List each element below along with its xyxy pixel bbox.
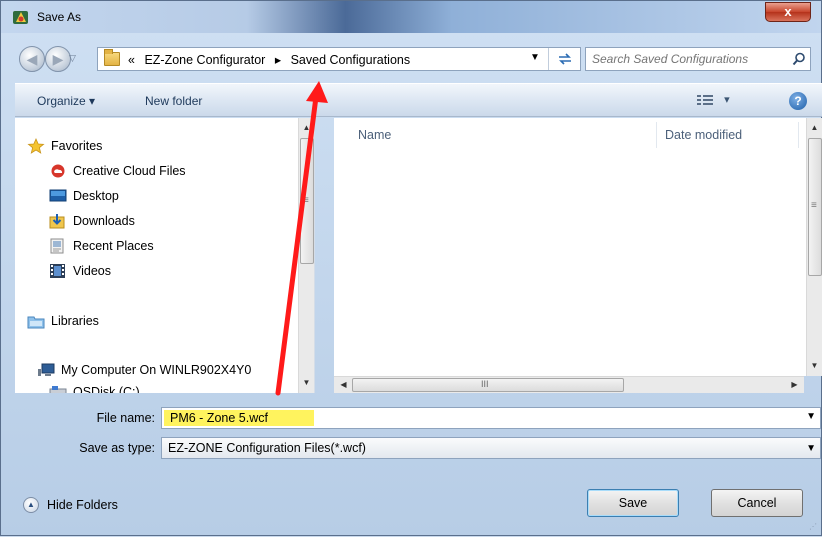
recent-pages-dropdown-icon[interactable]: ▽ bbox=[69, 53, 76, 64]
address-bar[interactable]: « EZ-Zone Configurator ▸ Saved Configura… bbox=[97, 47, 581, 71]
folder-icon bbox=[104, 49, 120, 66]
sidebar-item-downloads[interactable]: Downloads bbox=[49, 211, 135, 231]
libraries-icon bbox=[27, 316, 45, 329]
scroll-left-arrow-icon[interactable]: ◀ bbox=[336, 377, 351, 393]
desktop-icon bbox=[49, 189, 67, 202]
save-as-type-select[interactable]: EZ-ZONE Configuration Files(*.wcf) ▼ bbox=[161, 437, 821, 459]
command-bar: Organize ▾ New folder ▾ ? bbox=[15, 83, 822, 117]
sidebar-item-label: Recent Places bbox=[73, 239, 154, 253]
file-list-scrollbar[interactable]: ▲ ▼ bbox=[806, 118, 822, 376]
save-button[interactable]: Save bbox=[587, 489, 679, 517]
star-icon bbox=[27, 138, 45, 154]
column-divider[interactable] bbox=[798, 122, 799, 148]
column-header-date-modified[interactable]: Date modified bbox=[665, 128, 742, 142]
window-title: Save As bbox=[37, 10, 82, 24]
sidebar-item-recent-places[interactable]: Recent Places bbox=[49, 236, 154, 256]
sidebar-item-label: Downloads bbox=[73, 214, 135, 228]
scrollbar-thumb[interactable] bbox=[352, 378, 624, 392]
close-button[interactable]: x bbox=[765, 2, 811, 22]
change-view-button[interactable]: ▾ bbox=[697, 93, 741, 109]
new-folder-button[interactable]: New folder bbox=[145, 94, 202, 108]
hide-folders-label: Hide Folders bbox=[47, 498, 118, 512]
breadcrumb-overflow[interactable]: « bbox=[128, 53, 135, 67]
refresh-icon bbox=[558, 53, 571, 65]
hide-folders-button[interactable]: ▲ Hide Folders bbox=[23, 497, 118, 513]
app-icon bbox=[13, 11, 28, 24]
sidebar-item-libraries[interactable]: Libraries bbox=[27, 311, 99, 331]
sidebar-item-label: Creative Cloud Files bbox=[73, 164, 186, 178]
search-icon[interactable] bbox=[792, 52, 806, 66]
sidebar-item-label: Libraries bbox=[51, 314, 99, 328]
scroll-up-arrow-icon[interactable]: ▲ bbox=[807, 120, 822, 136]
address-dropdown-icon[interactable]: ▼ bbox=[530, 52, 540, 63]
resize-grip-icon[interactable]: ⋰ bbox=[809, 522, 817, 531]
creative-cloud-icon bbox=[51, 164, 65, 178]
sidebar-item-label: Favorites bbox=[51, 139, 103, 153]
view-options-icon bbox=[697, 95, 713, 106]
sidebar-item-creative-cloud-files[interactable]: Creative Cloud Files bbox=[49, 161, 186, 181]
computer-icon bbox=[38, 363, 55, 376]
title-bar[interactable]: Save As x bbox=[1, 1, 821, 33]
breadcrumb-separator-icon[interactable]: ▸ bbox=[275, 53, 281, 67]
forward-button[interactable]: ▶ bbox=[45, 46, 71, 72]
file-name-label: File name: bbox=[96, 411, 155, 425]
save-as-type-value: EZ-ZONE Configuration Files(*.wcf) bbox=[168, 441, 366, 455]
sidebar-item-label: My Computer On WINLR902X4Y0 bbox=[61, 363, 252, 377]
scroll-right-arrow-icon[interactable]: ▶ bbox=[787, 377, 802, 393]
organize-menu[interactable]: Organize ▾ bbox=[37, 94, 95, 108]
sidebar-item-my-computer[interactable]: My Computer On WINLR902X4Y0 bbox=[37, 360, 251, 380]
save-as-type-dropdown-icon[interactable]: ▼ bbox=[806, 439, 816, 459]
scroll-down-arrow-icon[interactable]: ▼ bbox=[807, 358, 822, 374]
sidebar-item-osdisk[interactable]: OSDisk (C:) bbox=[49, 382, 140, 393]
navigation-pane[interactable]: Favorites Creative Cloud Files Desktop D… bbox=[15, 118, 315, 393]
sidebar-item-videos[interactable]: Videos bbox=[49, 261, 111, 281]
scroll-down-arrow-icon[interactable]: ▼ bbox=[299, 375, 314, 391]
sidebar-item-favorites[interactable]: Favorites bbox=[27, 136, 102, 156]
help-icon[interactable]: ? bbox=[789, 92, 807, 110]
sidebar-item-desktop[interactable]: Desktop bbox=[49, 186, 119, 206]
navigation-scrollbar[interactable]: ▲ ▼ bbox=[298, 118, 314, 393]
videos-icon bbox=[50, 264, 65, 278]
scrollbar-thumb[interactable] bbox=[300, 138, 314, 264]
file-name-field[interactable]: PM6 - Zone 5.wcf ▼ bbox=[161, 407, 821, 429]
file-name-dropdown-icon[interactable]: ▼ bbox=[806, 411, 816, 422]
sidebar-item-label: Videos bbox=[73, 264, 111, 278]
breadcrumb-ez-zone-configurator[interactable]: EZ-Zone Configurator bbox=[144, 53, 265, 67]
file-list[interactable]: Name Date modified ▲ ▼ bbox=[334, 118, 822, 376]
back-button[interactable]: ◀ bbox=[19, 46, 45, 72]
view-dropdown-arrow[interactable]: ▾ bbox=[724, 94, 730, 106]
column-divider[interactable] bbox=[656, 122, 657, 148]
downloads-icon bbox=[49, 214, 65, 229]
sidebar-item-label: Desktop bbox=[73, 189, 119, 203]
disk-icon bbox=[49, 386, 67, 393]
scrollbar-thumb[interactable] bbox=[808, 138, 822, 276]
scroll-up-arrow-icon[interactable]: ▲ bbox=[299, 120, 314, 136]
search-box[interactable] bbox=[585, 47, 811, 71]
file-list-horizontal-scrollbar[interactable]: ◀ ▶ bbox=[334, 376, 804, 393]
search-input[interactable] bbox=[592, 51, 782, 67]
breadcrumb-saved-configurations[interactable]: Saved Configurations bbox=[291, 53, 411, 67]
collapse-up-icon: ▲ bbox=[23, 497, 39, 513]
sidebar-item-label: OSDisk (C:) bbox=[73, 385, 140, 393]
cancel-button[interactable]: Cancel bbox=[711, 489, 803, 517]
navigation-row: ◀ ▶ ▽ « EZ-Zone Configurator ▸ Saved Con… bbox=[1, 45, 821, 75]
recent-places-icon bbox=[50, 238, 64, 254]
file-name-value[interactable]: PM6 - Zone 5.wcf bbox=[164, 410, 314, 426]
refresh-button[interactable] bbox=[548, 48, 580, 70]
save-as-dialog: Save As x ◀ ▶ ▽ « EZ-Zone Configurator ▸… bbox=[0, 0, 822, 536]
breadcrumb: « EZ-Zone Configurator ▸ Saved Configura… bbox=[128, 52, 416, 67]
save-as-type-label: Save as type: bbox=[79, 441, 155, 455]
column-header-name[interactable]: Name bbox=[358, 128, 391, 142]
